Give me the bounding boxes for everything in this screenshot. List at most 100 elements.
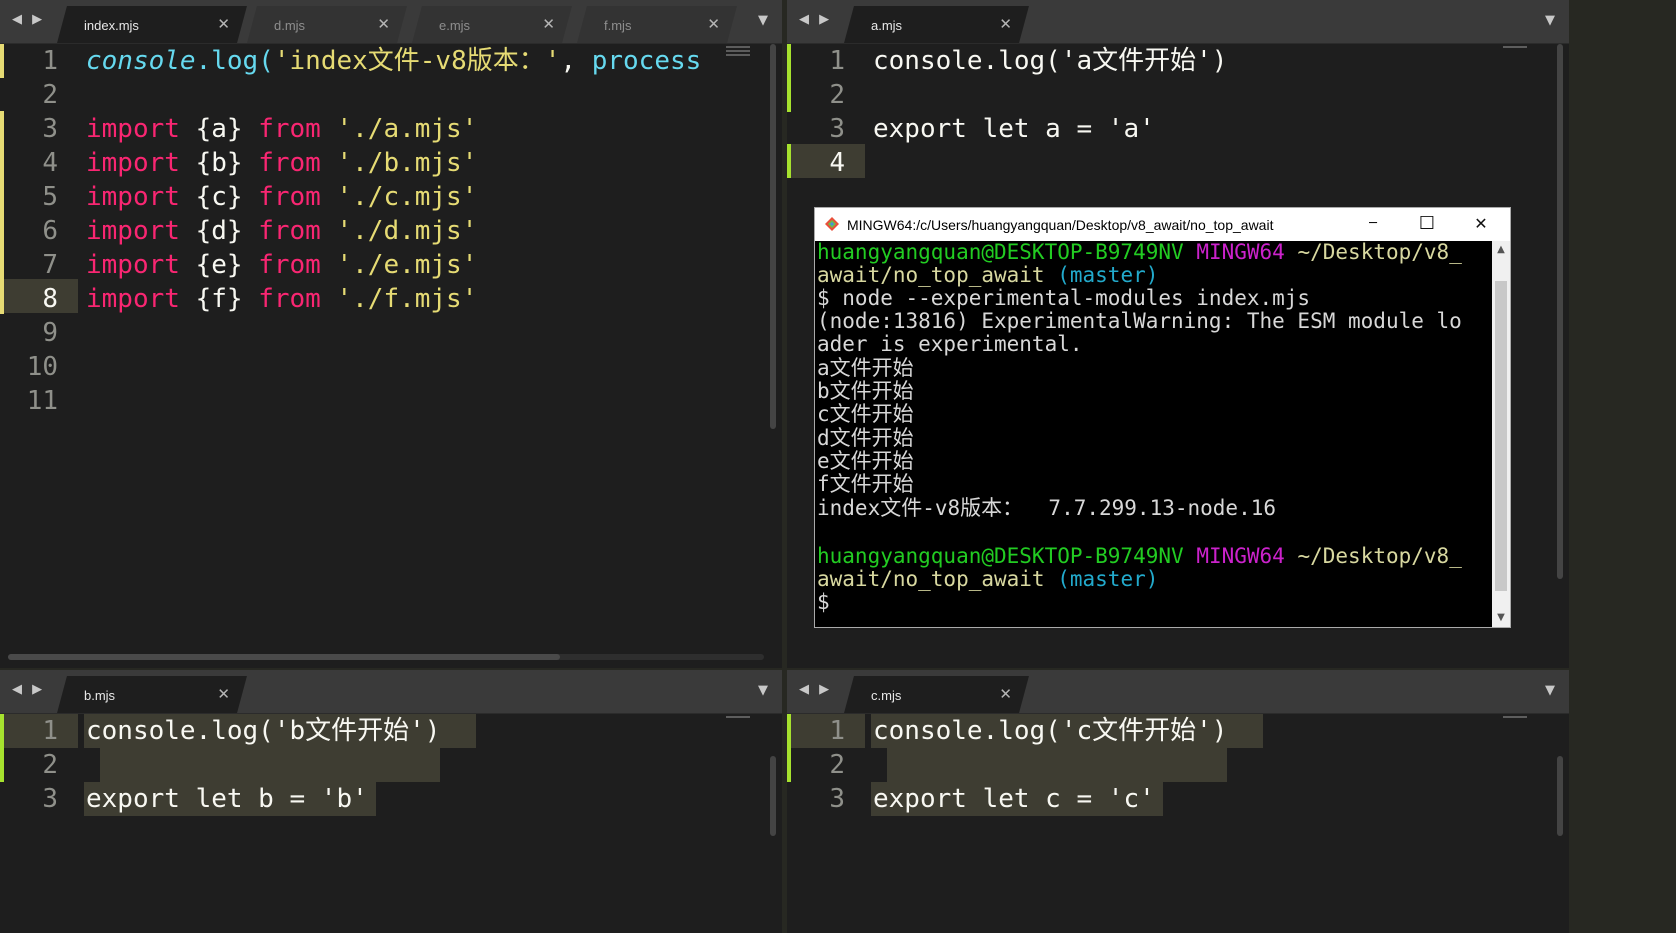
tab-bar: ◀ ▶ b.mjs ✕ ▼ (0, 670, 782, 714)
tab-d-mjs[interactable]: d.mjs ✕ (247, 6, 407, 43)
tab-a-mjs[interactable]: a.mjs ✕ (844, 6, 1029, 43)
code-line-3: import {a} from './a.mjs' (86, 112, 477, 146)
code-token: , (560, 46, 592, 76)
tab-b-mjs[interactable]: b.mjs ✕ (57, 676, 247, 713)
vertical-scrollbar[interactable] (1557, 756, 1563, 836)
scrollbar-thumb[interactable] (1495, 281, 1507, 591)
prompt-path: ~/Desktop/v8_ (1297, 241, 1462, 264)
tab-e-mjs[interactable]: e.mjs ✕ (412, 6, 572, 43)
close-icon[interactable]: ✕ (542, 15, 555, 33)
minimap[interactable] (726, 716, 750, 730)
vertical-scrollbar[interactable] (1557, 44, 1563, 579)
tab-menu-icon[interactable]: ▼ (1545, 683, 1555, 698)
tab-nav-arrows[interactable]: ◀ ▶ (12, 12, 46, 28)
code-token: 'index文件-v8版本：' (273, 46, 561, 76)
prompt-branch: (master) (1057, 263, 1159, 287)
tab-bar: ◀ ▶ c.mjs ✕ ▼ (787, 670, 1569, 714)
terminal-output-line: e文件开始 (817, 449, 914, 473)
terminal-title: MINGW64:/c/Users/huangyangquan/Desktop/v… (847, 217, 1274, 233)
tab-label: a.mjs (871, 18, 903, 33)
line-number: 8 (42, 284, 58, 314)
code-editor[interactable]: 1 2 3 4 5 6 7 8 9 10 11 console.log('ind… (0, 44, 782, 668)
code-token: from (258, 284, 321, 314)
close-button[interactable]: ✕ (1461, 212, 1501, 236)
close-icon[interactable]: ✕ (707, 15, 720, 33)
line-number: 7 (42, 250, 58, 280)
horizontal-scrollbar[interactable] (8, 654, 764, 660)
terminal-prompt-line: huangyangquan@DESKTOP-B9749NV MINGW64 ~/… (817, 241, 1462, 264)
scroll-up-icon[interactable]: ▲ (1492, 241, 1510, 259)
prompt-path: await/no_top_await (817, 567, 1045, 591)
terminal-output-line: d文件开始 (817, 426, 914, 450)
minimap[interactable] (726, 46, 750, 60)
vertical-scrollbar[interactable] (770, 44, 776, 429)
tab-menu-icon[interactable]: ▼ (758, 683, 768, 698)
line-number: 3 (829, 114, 845, 144)
minimap[interactable] (1503, 716, 1527, 730)
tab-bar: ◀ ▶ a.mjs ✕ ▼ (787, 0, 1569, 44)
selection-highlight (887, 748, 1227, 782)
code-line-3: export let c = 'c' (873, 784, 1155, 814)
prompt-branch: (master) (1057, 567, 1159, 591)
line-number: 1 (42, 716, 58, 746)
code-token: import (86, 182, 180, 212)
line-number: 3 (829, 784, 845, 814)
code-token: './d.mjs' (320, 216, 478, 246)
line-number: 4 (42, 148, 58, 178)
terminal-output-line: b文件开始 (817, 379, 914, 403)
line-number: 10 (26, 352, 58, 382)
editor-pane-bottom-left: ◀ ▶ b.mjs ✕ ▼ 1 2 3 console.log('b文件开始')… (0, 670, 782, 933)
line-number: 1 (829, 46, 845, 76)
terminal-prompt-line: huangyangquan@DESKTOP-B9749NV MINGW64 ~/… (817, 545, 1462, 568)
code-token: from (258, 182, 321, 212)
terminal-command: $ node --experimental-modules index.mjs (817, 286, 1311, 310)
minimize-button[interactable]: ─ (1353, 212, 1393, 236)
code-token: import (86, 284, 180, 314)
close-icon[interactable]: ✕ (377, 15, 390, 33)
close-icon[interactable]: ✕ (217, 685, 230, 703)
code-line-1: console.log('a文件开始') (873, 46, 1228, 76)
line-number: 1 (42, 46, 58, 76)
scrollbar-thumb[interactable] (8, 654, 560, 660)
code-token: {a} (179, 114, 259, 144)
code-line-3: export let b = 'b' (86, 784, 368, 814)
close-icon[interactable]: ✕ (217, 15, 230, 33)
code-token: from (258, 114, 321, 144)
maximize-button[interactable]: ☐ (1407, 212, 1447, 236)
vertical-scrollbar[interactable] (770, 756, 776, 836)
code-token: from (258, 250, 321, 280)
terminal-input-prompt[interactable]: $ (817, 591, 830, 614)
prompt-user: huangyangquan@DESKTOP-B9749NV (817, 544, 1184, 568)
code-token: './b.mjs' (320, 148, 478, 178)
terminal-output[interactable]: huangyangquan@DESKTOP-B9749NV MINGW64 ~/… (815, 241, 1492, 627)
line-number: 2 (42, 80, 58, 110)
line-number: 2 (829, 750, 845, 780)
code-line-3: export let a = 'a' (873, 114, 1155, 144)
code-token: {d} (179, 216, 259, 246)
code-line-8: import {f} from './f.mjs' (86, 282, 477, 316)
code-editor[interactable]: 1 2 3 console.log('c文件开始') export let c … (787, 714, 1569, 933)
code-token: from (258, 216, 321, 246)
line-number: 11 (26, 386, 58, 416)
terminal-prompt-line: await/no_top_await (master) (817, 568, 1158, 591)
prompt-user: huangyangquan@DESKTOP-B9749NV (817, 241, 1184, 264)
code-token: import (86, 250, 180, 280)
tab-nav-arrows[interactable]: ◀ ▶ (12, 682, 46, 698)
minimap[interactable] (1503, 46, 1527, 60)
tab-f-mjs[interactable]: f.mjs ✕ (577, 6, 737, 43)
code-line-4: import {b} from './b.mjs' (86, 146, 477, 180)
tab-nav-arrows[interactable]: ◀ ▶ (799, 12, 833, 28)
close-icon[interactable]: ✕ (999, 685, 1012, 703)
terminal-title-bar[interactable]: MINGW64:/c/Users/huangyangquan/Desktop/v… (815, 208, 1510, 241)
tab-menu-icon[interactable]: ▼ (758, 13, 768, 28)
code-editor[interactable]: 1 2 3 console.log('b文件开始') export let b … (0, 714, 782, 933)
close-icon[interactable]: ✕ (999, 15, 1012, 33)
terminal-window[interactable]: MINGW64:/c/Users/huangyangquan/Desktop/v… (814, 207, 1511, 628)
terminal-scrollbar[interactable]: ▲ ▼ (1492, 241, 1510, 627)
tab-index-mjs[interactable]: index.mjs ✕ (57, 6, 247, 43)
tab-menu-icon[interactable]: ▼ (1545, 13, 1555, 28)
tab-c-mjs[interactable]: c.mjs ✕ (844, 676, 1029, 713)
prompt-system: MINGW64 (1196, 544, 1285, 568)
scroll-down-icon[interactable]: ▼ (1492, 609, 1510, 627)
tab-nav-arrows[interactable]: ◀ ▶ (799, 682, 833, 698)
